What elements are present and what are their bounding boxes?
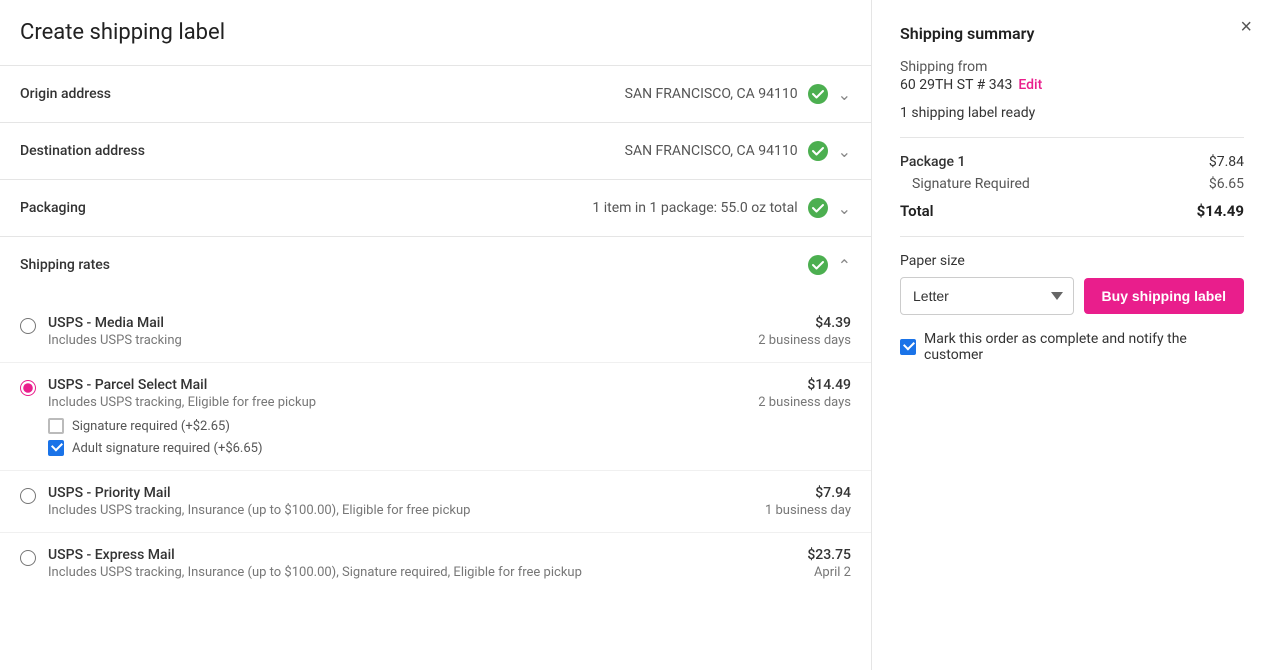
destination-address-value: SAN FRANCISCO, CA 94110 (625, 143, 798, 159)
rate-info-priority-mail: USPS - Priority Mail Includes USPS track… (48, 485, 470, 518)
mark-complete-label: Mark this order as complete and notify t… (924, 331, 1244, 363)
summary-address: 60 29TH ST # 343 (900, 77, 1012, 93)
rate-item-priority-mail: USPS - Priority Mail Includes USPS track… (0, 471, 871, 533)
rate-left-express-mail: USPS - Express Mail Includes USPS tracki… (20, 547, 582, 580)
modal-header: Create shipping label (0, 20, 871, 65)
origin-address-right: SAN FRANCISCO, CA 94110 ⌄ (625, 84, 851, 104)
summary-address-row: 60 29TH ST # 343 Edit (900, 77, 1244, 93)
rates-list: USPS - Media Mail Includes USPS tracking… (0, 293, 871, 602)
rate-desc-parcel-select: Includes USPS tracking, Eligible for fre… (48, 395, 316, 410)
shipping-rates-chevron-icon: ⌃ (838, 256, 851, 275)
rate-options-parcel-select: Signature required (+$2.65) Adult signat… (48, 418, 316, 456)
packaging-check-icon (808, 198, 828, 218)
paper-size-label: Paper size (900, 253, 1244, 269)
summary-package-row: Package 1 $7.84 (900, 154, 1244, 170)
summary-package-label: Package 1 (900, 154, 965, 170)
packaging-value: 1 item in 1 package: 55.0 oz total (592, 200, 797, 216)
packaging-row[interactable]: Packaging 1 item in 1 package: 55.0 oz t… (0, 179, 871, 236)
rate-left-parcel-select: USPS - Parcel Select Mail Includes USPS … (20, 377, 316, 456)
rate-price-express-mail: $23.75 (807, 547, 851, 563)
rate-left-priority-mail: USPS - Priority Mail Includes USPS track… (20, 485, 470, 518)
summary-sig-row: Signature Required $6.65 (900, 176, 1244, 192)
packaging-chevron-icon: ⌄ (838, 199, 851, 218)
shipping-rates-label: Shipping rates (20, 257, 110, 273)
buy-shipping-label-button[interactable]: Buy shipping label (1084, 278, 1244, 314)
destination-address-label: Destination address (20, 143, 145, 159)
origin-address-value: SAN FRANCISCO, CA 94110 (625, 86, 798, 102)
rate-name-express-mail: USPS - Express Mail (48, 547, 582, 563)
destination-check-icon (808, 141, 828, 161)
summary-sig-label: Signature Required (912, 176, 1030, 192)
origin-chevron-icon: ⌄ (838, 85, 851, 104)
packaging-right: 1 item in 1 package: 55.0 oz total ⌄ (592, 198, 851, 218)
rate-option-adult-sig: Adult signature required (+$6.65) (48, 440, 316, 456)
mark-complete-checkbox[interactable] (900, 339, 916, 355)
rate-info-media-mail: USPS - Media Mail Includes USPS tracking (48, 315, 182, 348)
label-signature-required: Signature required (+$2.65) (72, 419, 230, 434)
summary-total-row: Total $14.49 (900, 202, 1244, 220)
rate-right-parcel-select: $14.49 2 business days (758, 377, 851, 410)
rate-info-parcel-select: USPS - Parcel Select Mail Includes USPS … (48, 377, 316, 456)
rate-left-media-mail: USPS - Media Mail Includes USPS tracking (20, 315, 182, 348)
modal-title: Create shipping label (0, 20, 871, 65)
rate-name-parcel-select: USPS - Parcel Select Mail (48, 377, 316, 393)
shipping-rates-header-right: ⌃ (808, 255, 851, 275)
rate-radio-media-mail[interactable] (20, 318, 36, 334)
left-panel: Create shipping label Origin address SAN… (0, 0, 872, 670)
rate-days-parcel-select: 2 business days (758, 395, 851, 410)
rate-info-express-mail: USPS - Express Mail Includes USPS tracki… (48, 547, 582, 580)
summary-package-price: $7.84 (1209, 154, 1244, 170)
rate-price-priority-mail: $7.94 (765, 485, 851, 501)
summary-total-price: $14.49 (1197, 202, 1244, 220)
rate-desc-priority-mail: Includes USPS tracking, Insurance (up to… (48, 503, 470, 518)
destination-address-row[interactable]: Destination address SAN FRANCISCO, CA 94… (0, 122, 871, 179)
rate-right-priority-mail: $7.94 1 business day (765, 485, 851, 518)
rate-days-priority-mail: 1 business day (765, 503, 851, 518)
rate-item-parcel-select: USPS - Parcel Select Mail Includes USPS … (0, 363, 871, 471)
summary-divider-2 (900, 236, 1244, 237)
rate-option-sig-required: Signature required (+$2.65) (48, 418, 316, 434)
rate-price-parcel-select: $14.49 (758, 377, 851, 393)
rate-radio-priority-mail[interactable] (20, 488, 36, 504)
summary-divider-1 (900, 137, 1244, 138)
create-shipping-label-modal: Create shipping label Origin address SAN… (0, 0, 1272, 670)
right-panel: × Shipping summary Shipping from 60 29TH… (872, 0, 1272, 670)
packaging-label: Packaging (20, 200, 86, 216)
rate-radio-express-mail[interactable] (20, 550, 36, 566)
rate-right-media-mail: $4.39 2 business days (758, 315, 851, 348)
rate-desc-media-mail: Includes USPS tracking (48, 333, 182, 348)
rate-price-media-mail: $4.39 (758, 315, 851, 331)
rate-name-priority-mail: USPS - Priority Mail (48, 485, 470, 501)
close-button[interactable]: × (1240, 16, 1252, 39)
checkbox-adult-signature[interactable] (48, 440, 64, 456)
destination-address-right: SAN FRANCISCO, CA 94110 ⌄ (625, 141, 851, 161)
rate-item-express-mail: USPS - Express Mail Includes USPS tracki… (0, 533, 871, 594)
label-adult-signature: Adult signature required (+$6.65) (72, 441, 263, 456)
destination-chevron-icon: ⌄ (838, 142, 851, 161)
summary-ready: 1 shipping label ready (900, 105, 1244, 121)
edit-address-link[interactable]: Edit (1018, 77, 1042, 93)
shipping-rates-check-icon (808, 255, 828, 275)
checkbox-signature-required[interactable] (48, 418, 64, 434)
rate-days-express-mail: April 2 (807, 565, 851, 580)
shipping-rates-header[interactable]: Shipping rates ⌃ (0, 236, 871, 293)
rate-desc-express-mail: Includes USPS tracking, Insurance (up to… (48, 565, 582, 580)
rate-name-media-mail: USPS - Media Mail (48, 315, 182, 331)
mark-complete-row: Mark this order as complete and notify t… (900, 331, 1244, 363)
summary-total-label: Total (900, 202, 934, 220)
summary-sig-price: $6.65 (1209, 176, 1244, 192)
rate-right-express-mail: $23.75 April 2 (807, 547, 851, 580)
rate-radio-parcel-select[interactable] (20, 380, 36, 396)
origin-address-label: Origin address (20, 86, 111, 102)
summary-title: Shipping summary (900, 24, 1244, 43)
origin-address-row[interactable]: Origin address SAN FRANCISCO, CA 94110 ⌄ (0, 65, 871, 122)
rate-item-media-mail: USPS - Media Mail Includes USPS tracking… (0, 301, 871, 363)
rate-days-media-mail: 2 business days (758, 333, 851, 348)
origin-check-icon (808, 84, 828, 104)
paper-size-row: Letter 4x6 Label Buy shipping label (900, 277, 1244, 315)
paper-size-select[interactable]: Letter 4x6 Label (900, 277, 1074, 315)
summary-from-label: Shipping from (900, 59, 1244, 75)
